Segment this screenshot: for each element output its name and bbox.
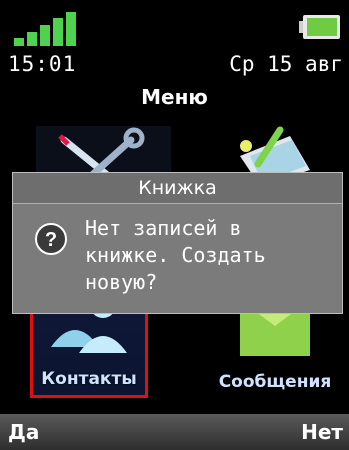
softkey-bar: Да Нет (0, 414, 349, 450)
dialog-message: Нет записей в книжке. Создать новую? (85, 216, 266, 294)
clock-time: 15:01 (8, 52, 77, 76)
confirm-dialog: Книжка ? Нет записей в книжке. Создать н… (12, 172, 343, 314)
dialog-title: Книжка (13, 173, 342, 204)
page-title: Меню (0, 82, 349, 116)
softkey-left-yes[interactable]: Да (8, 420, 39, 444)
menu-item-label: Контакты (41, 369, 137, 389)
clock-date: Ср 15 авг (229, 52, 343, 76)
signal-bars-icon (14, 12, 76, 46)
status-bar: 15:01 Ср 15 авг (0, 0, 349, 82)
battery-full-icon (299, 15, 340, 39)
svg-text:?: ? (45, 229, 57, 251)
menu-item-label: Сообщения (218, 372, 332, 392)
question-icon: ? (35, 223, 67, 255)
softkey-right-no[interactable]: Нет (301, 420, 343, 444)
